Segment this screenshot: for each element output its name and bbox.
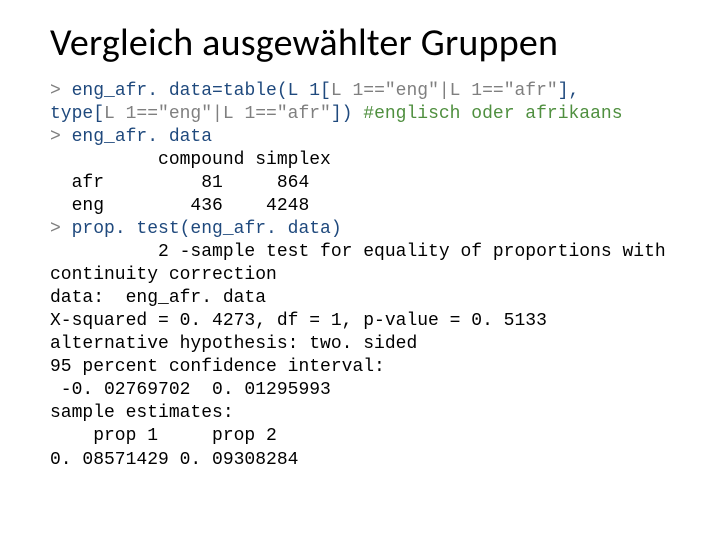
output-line: 95 percent confidence interval:	[50, 357, 385, 377]
page-title: Vergleich ausgewählter Gruppen	[50, 20, 680, 66]
code-cmd: ],	[558, 81, 580, 101]
code-cmd: type[	[50, 104, 104, 124]
code-cmd: eng_afr. data=table(L 1[	[72, 81, 331, 101]
output-header: compound simplex	[50, 150, 331, 170]
output-line: continuity correction	[50, 265, 277, 285]
prompt: >	[50, 127, 72, 147]
output-line: X-squared = 0. 4273, df = 1, p-value = 0…	[50, 311, 547, 331]
output-line: alternative hypothesis: two. sided	[50, 334, 417, 354]
code-arg: L 1=="eng"|L 1=="afr"	[331, 81, 558, 101]
code-arg: L 1=="eng"|L 1=="afr"	[104, 104, 331, 124]
code-cmd: prop. test(eng_afr. data)	[72, 219, 342, 239]
output-line: sample estimates:	[50, 403, 234, 423]
code-cmd: eng_afr. data	[72, 127, 212, 147]
output-line: 2 -sample test for equality of proportio…	[50, 242, 666, 262]
output-line: prop 1 prop 2	[50, 426, 277, 446]
prompt: >	[50, 81, 72, 101]
output-line: -0. 02769702 0. 01295993	[50, 380, 331, 400]
code-cmd: ])	[331, 104, 363, 124]
code-block: > eng_afr. data=table(L 1[L 1=="eng"|L 1…	[50, 80, 680, 472]
code-comment: #englisch oder afrikaans	[363, 104, 622, 124]
slide: Vergleich ausgewählter Gruppen > eng_afr…	[0, 0, 720, 492]
output-line: 0. 08571429 0. 09308284	[50, 450, 298, 470]
output-row: afr 81 864	[50, 173, 309, 193]
prompt: >	[50, 219, 72, 239]
output-line: data: eng_afr. data	[50, 288, 266, 308]
output-row: eng 436 4248	[50, 196, 309, 216]
